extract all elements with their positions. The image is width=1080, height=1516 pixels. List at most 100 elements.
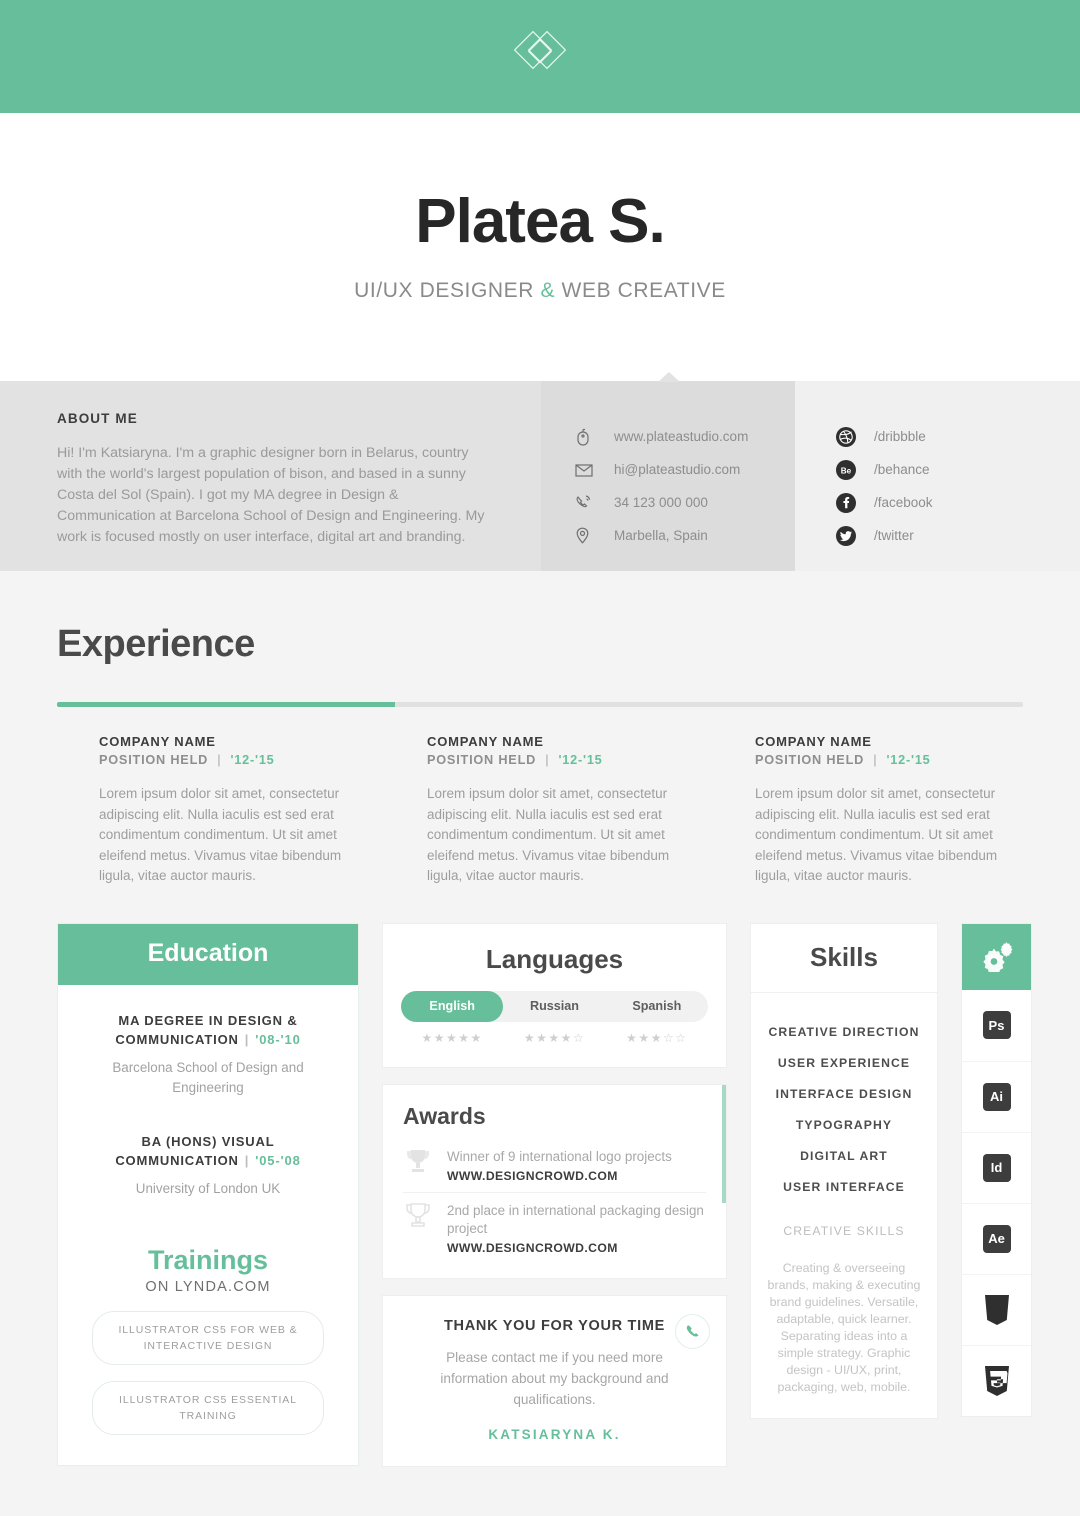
awards-heading: Awards — [403, 1102, 486, 1129]
gears-icon — [962, 923, 1031, 990]
about-me-body: Hi! I'm Katsiaryna. I'm a graphic design… — [57, 445, 485, 545]
strip-pointer-triangle — [658, 372, 680, 382]
skill-item: USER EXPERIENCE — [777, 1056, 911, 1070]
trophy-icon — [403, 1202, 443, 1233]
experience-separator: | — [545, 753, 550, 767]
tab-russian[interactable]: Russian — [503, 991, 605, 1022]
contact-value-website: www.plateastudio.com — [614, 429, 749, 444]
trainings-title: Trainings — [147, 1244, 269, 1275]
indesign-icon[interactable]: Id — [962, 1131, 1031, 1203]
training-pill[interactable]: ILLUSTRATOR CS5 ESSENTIAL TRAINING — [92, 1380, 324, 1435]
education-heading: Education — [58, 923, 358, 985]
trainings-subtitle: ON LYNDA.COM — [145, 1278, 271, 1295]
experience-entry: COMPANY NAME POSITION HELD | '12-'15 Lorem… — [755, 734, 1023, 887]
education-separator: | — [244, 1152, 250, 1168]
experience-company: COMPANY NAME — [755, 734, 872, 749]
experience-body: Lorem ipsum dolor sit amet, consectetur … — [99, 786, 342, 883]
skills-card: Skills CREATIVE DIRECTION USER EXPERIENC… — [750, 922, 938, 1419]
award-item: Winner of 9 international logo projects … — [403, 1139, 706, 1192]
skills-list: CREATIVE DIRECTION USER EXPERIENCE INTER… — [751, 993, 937, 1248]
experience-section: Experience COMPANY NAME POSITION HELD | '1… — [0, 571, 1080, 887]
trophy-icon — [403, 1148, 443, 1179]
award-url[interactable]: WWW.DESIGNCROWD.COM — [447, 1169, 672, 1183]
tab-english[interactable]: English — [401, 990, 504, 1022]
creative-skills-body: Creating & overseeing brands, making & e… — [767, 1260, 921, 1394]
experience-meta: POSITION HELD | '12-'15 — [99, 753, 367, 767]
thank-you-heading: THANK YOU FOR YOUR TIME — [444, 1317, 665, 1334]
experience-position: POSITION HELD — [99, 753, 209, 767]
education-body: MA DEGREE IN DESIGN & COMMUNICATION | '08-… — [58, 985, 358, 1465]
training-pill[interactable]: ILLUSTRATOR CS5 FOR WEB & INTERACTIVE DE… — [92, 1310, 324, 1365]
tagline-ampersand: & — [540, 279, 556, 302]
skill-item: TYPOGRAPHY — [795, 1118, 893, 1132]
social-value-behance: /behance — [874, 462, 930, 477]
contact-row-phone[interactable]: 34 123 000 000 — [575, 486, 795, 519]
html5-icon[interactable] — [962, 1344, 1031, 1416]
rating-russian: ★★★★☆ — [523, 1030, 586, 1045]
tab-spanish[interactable]: Spanish — [606, 991, 708, 1022]
contact-row-website[interactable]: www.plateastudio.com — [575, 420, 795, 453]
education-years: '08-'10 — [255, 1031, 301, 1047]
experience-meta: POSITION HELD | '12-'15 — [427, 753, 695, 767]
twitter-icon — [835, 525, 865, 547]
identity-block: Platea S. UI/UX DESIGNER & WEB CREATIVE — [0, 113, 1080, 381]
experience-position: POSITION HELD — [755, 753, 865, 767]
contact-row-email[interactable]: hi@plateastudio.com — [575, 453, 795, 486]
social-row-dribbble[interactable]: /dribbble — [835, 420, 1080, 453]
experience-body: Lorem ipsum dolor sit amet, consectetur … — [427, 786, 670, 883]
contact-value-phone: 34 123 000 000 — [614, 495, 708, 510]
languages-tabs: English Russian Spanish — [401, 990, 708, 1022]
thank-you-signature: KATSIARYNA K. — [488, 1426, 621, 1442]
phone-icon — [575, 494, 605, 511]
facebook-icon — [835, 492, 865, 514]
software-rail: Ps Ai Id Ae — [961, 922, 1032, 1417]
award-item: 2nd place in international packaging des… — [403, 1191, 706, 1264]
rating-english: ★★★★★ — [421, 1030, 483, 1045]
social-row-twitter[interactable]: /twitter — [835, 519, 1080, 552]
tagline-before: UI/UX DESIGNER — [354, 279, 541, 302]
photoshop-badge-label: Ps — [982, 1011, 1011, 1039]
languages-card: Languages English Russian Spanish ★★★★★ … — [382, 922, 727, 1068]
education-degree-line: MA DEGREE IN DESIGN & COMMUNICATION | '08-… — [80, 1011, 336, 1049]
social-row-behance[interactable]: Be /behance — [835, 453, 1080, 486]
skills-heading: Skills — [751, 924, 937, 993]
location-pin-icon — [575, 527, 605, 545]
social-list: /dribbble Be /behance /facebook /twitter — [795, 381, 1080, 571]
education-degree-line: BA (HONS) VISUAL COMMUNICATION | '05-'08 — [80, 1132, 336, 1170]
award-description: Winner of 9 international logo projects — [447, 1148, 672, 1164]
illustrator-icon[interactable]: Ai — [962, 1060, 1031, 1132]
languages-ratings: ★★★★★ ★★★★☆ ★★★☆☆ — [401, 1031, 708, 1045]
aftereffects-icon[interactable]: Ae — [962, 1202, 1031, 1274]
education-entry: MA DEGREE IN DESIGN & COMMUNICATION | '08-… — [80, 1011, 336, 1098]
education-separator: | — [244, 1031, 250, 1047]
education-years: '05-'08 — [255, 1152, 301, 1168]
about-me-section: ABOUT ME Hi! I'm Katsiaryna. I'm a graph… — [0, 381, 541, 571]
creative-skills-heading: CREATIVE SKILLS — [783, 1223, 905, 1238]
social-value-twitter: /twitter — [874, 528, 914, 543]
education-card: Education MA DEGREE IN DESIGN & COMMUNIC… — [57, 922, 359, 1466]
contact-value-email: hi@plateastudio.com — [614, 462, 741, 477]
skill-item: DIGITAL ART — [800, 1149, 888, 1163]
envelope-icon — [575, 463, 605, 477]
svg-text:Be: Be — [841, 466, 852, 475]
top-banner — [0, 0, 1080, 113]
phone-badge-button[interactable] — [675, 1313, 710, 1349]
award-url[interactable]: WWW.DESIGNCROWD.COM — [447, 1241, 706, 1255]
about-me-heading: ABOUT ME — [57, 411, 138, 426]
experience-company: COMPANY NAME — [427, 734, 544, 749]
experience-columns: COMPANY NAME POSITION HELD | '12-'15 Lorem… — [57, 707, 1023, 887]
social-row-facebook[interactable]: /facebook — [835, 486, 1080, 519]
experience-meta: POSITION HELD | '12-'15 — [755, 753, 1023, 767]
languages-heading: Languages — [485, 943, 624, 974]
middle-column: Languages English Russian Spanish ★★★★★ … — [382, 922, 727, 1467]
experience-separator: | — [873, 753, 878, 767]
rating-spanish: ★★★☆☆ — [626, 1030, 688, 1045]
css3-icon[interactable] — [962, 1273, 1031, 1345]
photoshop-icon[interactable]: Ps — [962, 990, 1031, 1061]
contact-value-location: Marbella, Spain — [614, 528, 708, 543]
contact-row-location[interactable]: Marbella, Spain — [575, 519, 795, 552]
experience-title: Experience — [57, 623, 255, 665]
awards-card: Awards Winner of 9 international logo pr… — [382, 1083, 727, 1279]
thank-you-body: Please contact me if you need more infor… — [440, 1349, 669, 1407]
skill-item: CREATIVE DIRECTION — [768, 1025, 920, 1039]
